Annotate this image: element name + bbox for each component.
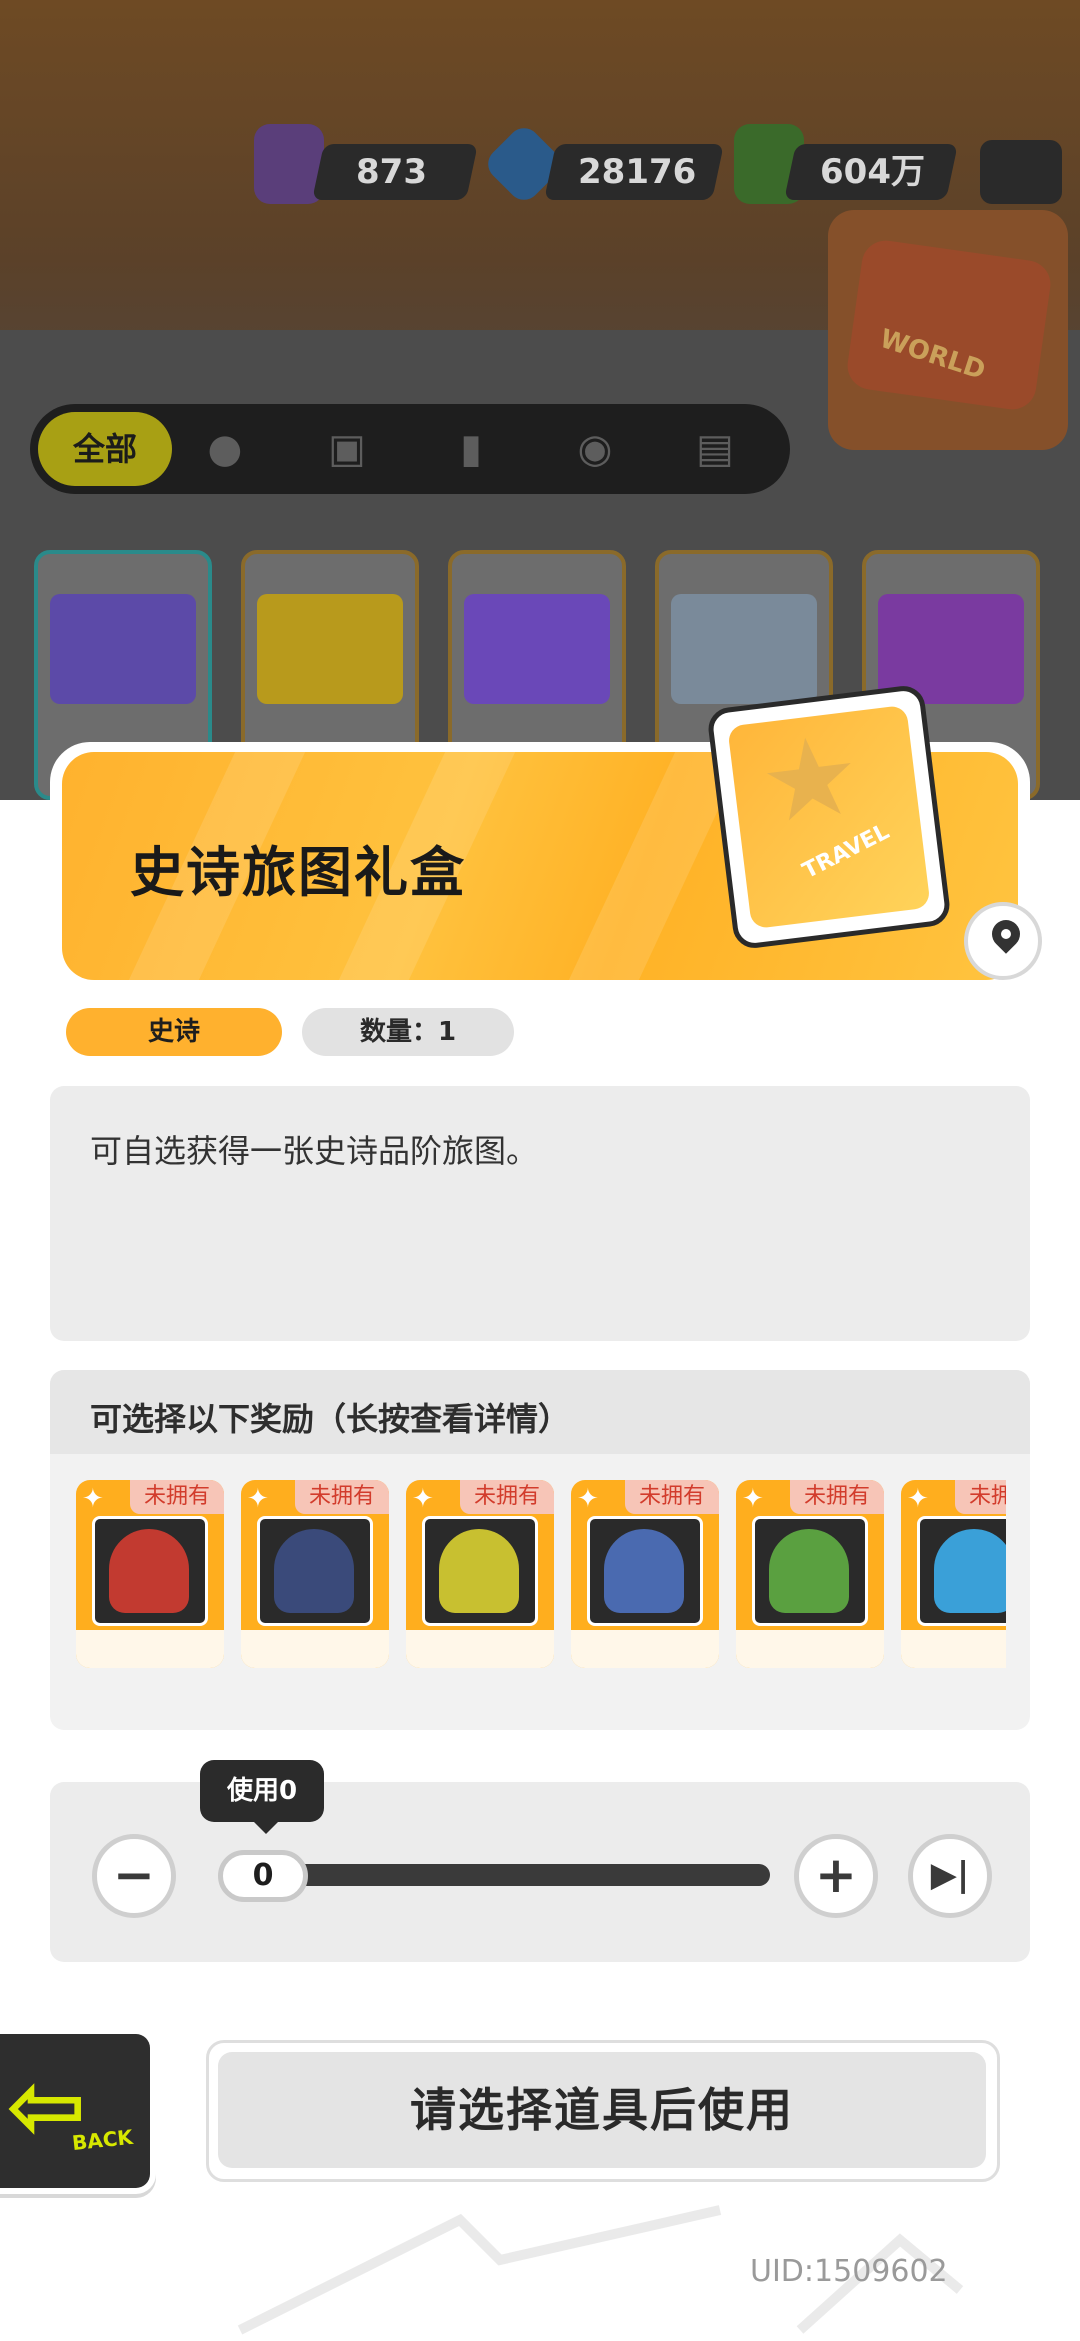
location-button[interactable] — [964, 902, 1042, 980]
key-icon: ✦ — [742, 1484, 764, 1514]
reward-card[interactable]: ✦ 未拥有 — [76, 1480, 224, 1668]
not-owned-badge: 未拥有 — [460, 1480, 554, 1514]
not-owned-badge: 未拥有 — [625, 1480, 719, 1514]
box-icon[interactable]: ▣ — [322, 424, 372, 474]
cash-count: 604万 — [820, 152, 925, 192]
paint-count: 873 — [356, 152, 427, 192]
card-icon[interactable]: ▮ — [446, 424, 496, 474]
amount-slider-thumb[interactable]: 0 — [218, 1850, 308, 1902]
book-icon[interactable]: ▤ — [690, 424, 740, 474]
reward-card[interactable]: ✦ 未拥有 — [406, 1480, 554, 1668]
item-art — [464, 594, 610, 704]
rarity-badge: 史诗 — [66, 1008, 282, 1056]
world-suitcase-button[interactable]: WORLD — [828, 210, 1068, 450]
character-art — [752, 1516, 868, 1626]
use-item-button[interactable]: 请选择道具后使用 — [218, 2052, 986, 2168]
plus-button[interactable]: + — [794, 1834, 878, 1918]
not-owned-badge: 未拥有 — [295, 1480, 389, 1514]
key-icon: ✦ — [907, 1484, 929, 1514]
tab-all[interactable]: 全部 — [38, 412, 172, 486]
character-art — [92, 1516, 208, 1626]
item-title: 史诗旅图礼盒 — [130, 841, 466, 904]
sword-icon: ✦ — [577, 1484, 599, 1514]
star-icon: ★ — [753, 709, 867, 849]
not-owned-badge: 未拥有 — [130, 1480, 224, 1514]
sword-icon: ✦ — [412, 1484, 434, 1514]
not-owned-badge: 未拥有 — [955, 1480, 1006, 1514]
max-button[interactable]: ▶| — [908, 1834, 992, 1918]
item-art — [257, 594, 403, 704]
user-id: UID:1509602 — [750, 2254, 948, 2289]
item-description: 可自选获得一张史诗品阶旅图。 — [90, 1132, 539, 1170]
minus-button[interactable]: − — [92, 1834, 176, 1918]
character-art — [587, 1516, 703, 1626]
quantity-badge: 数量：1 — [302, 1008, 514, 1056]
reward-card[interactable]: ✦ 未拥有 — [241, 1480, 389, 1668]
travel-card-image: ★ TRAVEL — [706, 683, 952, 951]
character-art — [917, 1516, 1006, 1626]
record-icon[interactable]: ◉ — [570, 424, 620, 474]
tooltip-tail — [252, 1820, 280, 1834]
amount-slider-track[interactable] — [290, 1864, 770, 1886]
diamond-count: 28176 — [578, 152, 697, 192]
location-pin-icon — [986, 914, 1026, 954]
item-art — [50, 594, 196, 704]
use-count-tooltip: 使用0 — [200, 1760, 324, 1822]
reward-card[interactable]: ✦ 未拥有 — [736, 1480, 884, 1668]
background-graffiti — [237, 2205, 964, 2335]
gift-box-icon[interactable] — [980, 140, 1062, 204]
sword-icon: ✦ — [82, 1484, 104, 1514]
person-icon[interactable]: ● — [200, 424, 250, 474]
reward-list[interactable]: ✦ 未拥有 ✦ 未拥有 ✦ 未拥有 ✦ 未拥有 ✦ 未拥有 ✦ 未拥有 — [76, 1480, 1006, 1670]
not-owned-badge: 未拥有 — [790, 1480, 884, 1514]
character-art — [422, 1516, 538, 1626]
description-box — [50, 1086, 1030, 1341]
suitcase-icon — [844, 237, 1054, 413]
reward-card[interactable]: ✦ 未拥有 — [571, 1480, 719, 1668]
character-art — [257, 1516, 373, 1626]
reward-card[interactable]: ✦ 未拥有 — [901, 1480, 1006, 1668]
reward-title: 可选择以下奖励（长按查看详情） — [90, 1400, 571, 1438]
item-art — [671, 594, 817, 704]
sword-icon: ✦ — [247, 1484, 269, 1514]
